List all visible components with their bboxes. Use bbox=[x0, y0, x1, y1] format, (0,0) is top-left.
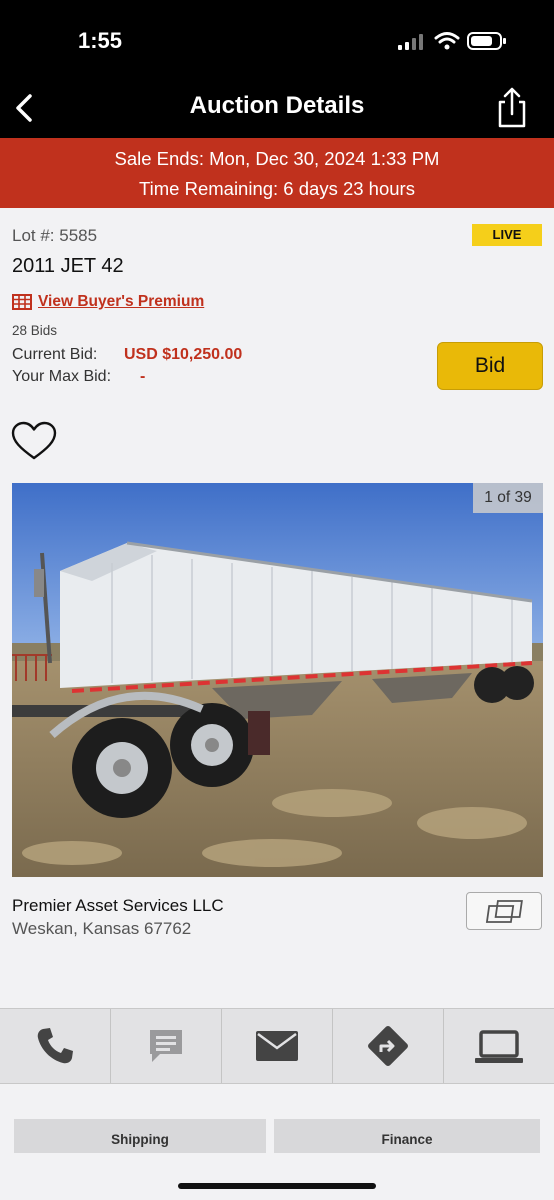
website-button[interactable] bbox=[444, 1009, 554, 1083]
buyers-premium-link[interactable]: View Buyer's Premium bbox=[12, 292, 204, 312]
directions-button[interactable] bbox=[333, 1009, 444, 1083]
shipping-button[interactable]: Shipping bbox=[14, 1119, 266, 1153]
gallery-icon bbox=[485, 900, 523, 923]
phone-icon bbox=[37, 1028, 73, 1064]
nav-bar: Auction Details bbox=[0, 80, 554, 138]
time-remaining-text: Time Remaining: 6 days 23 hours bbox=[139, 178, 415, 199]
sale-ends-text: Sale Ends: Mon, Dec 30, 2024 1:33 PM bbox=[114, 148, 440, 169]
sale-banner: Sale Ends: Mon, Dec 30, 2024 1:33 PM Tim… bbox=[0, 138, 554, 208]
home-indicator bbox=[178, 1183, 376, 1189]
wifi-icon bbox=[434, 32, 460, 50]
max-bid-label: Your Max Bid: bbox=[12, 368, 112, 385]
trailer-photo-image bbox=[12, 483, 543, 877]
laptop-icon bbox=[475, 1030, 523, 1063]
seller-location: Weskan, Kansas 67762 bbox=[12, 919, 192, 938]
chat-icon bbox=[150, 1030, 182, 1062]
status-time: 1:55 bbox=[78, 28, 123, 53]
item-title: 2011 JET 42 bbox=[12, 255, 124, 277]
bids-count: 28 Bids bbox=[12, 323, 58, 338]
status-bar: 1:55 bbox=[0, 0, 554, 80]
email-button[interactable] bbox=[222, 1009, 333, 1083]
cellular-signal-icon bbox=[398, 34, 423, 50]
current-bid-value: USD $10,250.00 bbox=[124, 346, 243, 363]
directions-icon bbox=[368, 1026, 408, 1066]
lot-number: Lot #: 5585 bbox=[12, 226, 98, 245]
mail-icon bbox=[256, 1031, 298, 1061]
lot-photo[interactable]: 1 of 39 bbox=[12, 483, 543, 877]
current-bid-label: Current Bid: bbox=[12, 346, 98, 363]
table-icon bbox=[12, 294, 32, 310]
max-bid-value: - bbox=[140, 368, 146, 385]
seller-name: Premier Asset Services LLC bbox=[12, 896, 224, 915]
contact-action-bar bbox=[0, 1008, 554, 1084]
photo-counter: 1 of 39 bbox=[473, 483, 543, 513]
chat-button[interactable] bbox=[111, 1009, 222, 1083]
heart-icon[interactable] bbox=[10, 420, 58, 462]
battery-icon bbox=[467, 32, 506, 50]
live-status-badge: LIVE bbox=[472, 224, 542, 246]
page-title: Auction Details bbox=[189, 92, 365, 119]
share-icon[interactable] bbox=[492, 84, 532, 130]
buyers-premium-link-text[interactable]: View Buyer's Premium bbox=[38, 293, 204, 311]
finance-button[interactable]: Finance bbox=[274, 1119, 540, 1153]
bid-button[interactable]: Bid bbox=[437, 342, 543, 390]
gallery-button[interactable] bbox=[466, 892, 542, 930]
call-button[interactable] bbox=[0, 1009, 111, 1083]
